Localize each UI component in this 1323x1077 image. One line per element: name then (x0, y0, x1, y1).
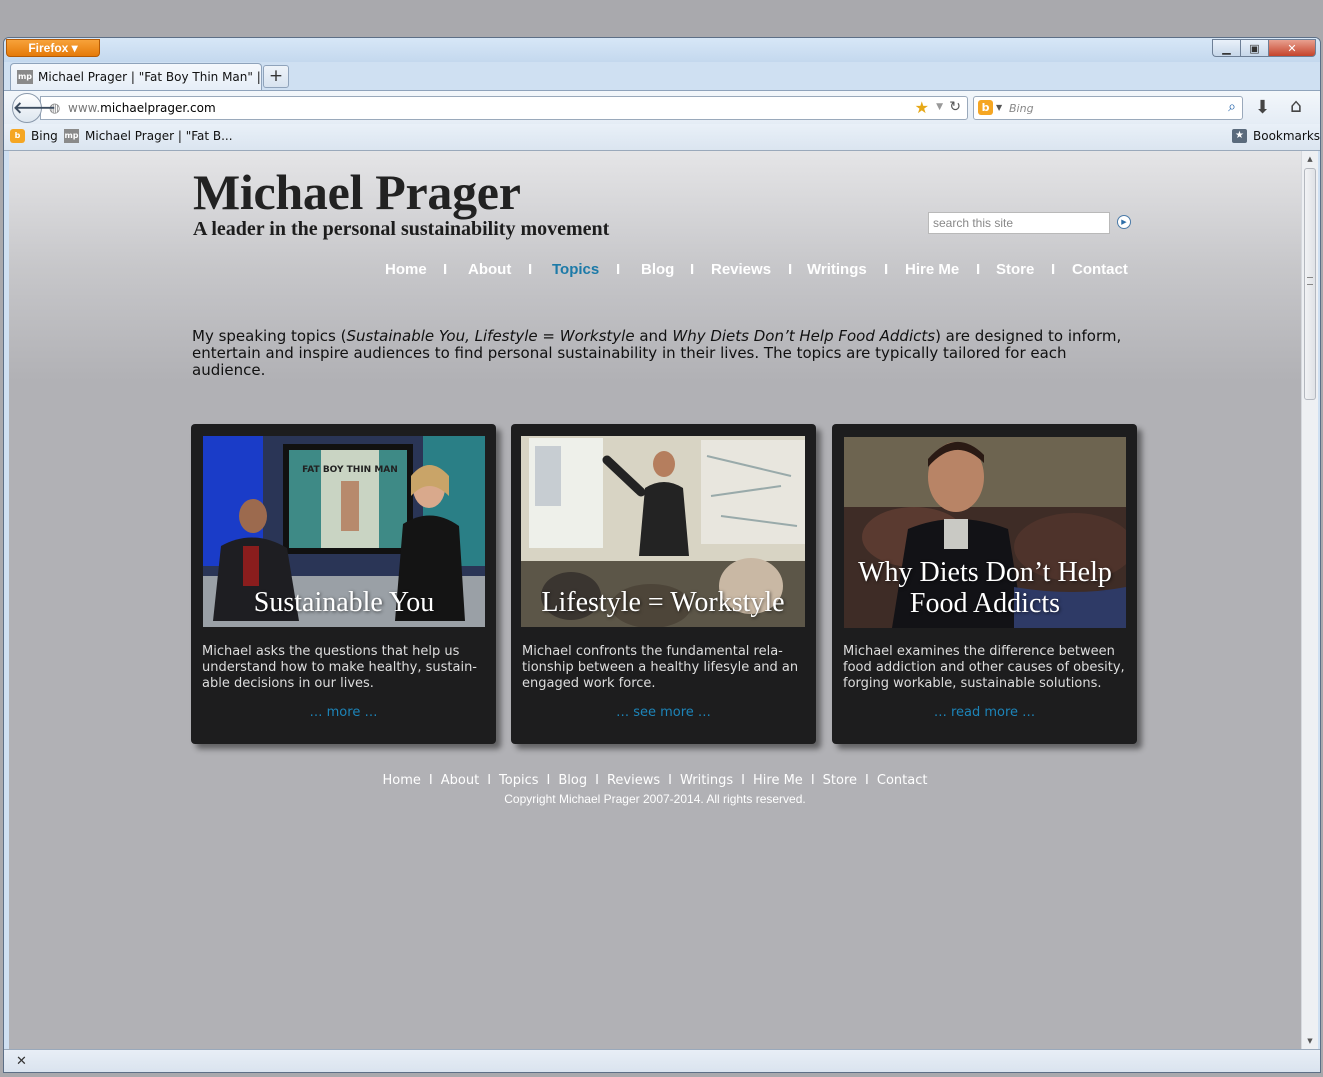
nav-store[interactable]: Store (996, 261, 1034, 278)
topic-description: Michael examines the difference between … (843, 644, 1125, 691)
topic-image-why-diets[interactable]: Why Diets Don’t Help Food Addicts (844, 437, 1126, 628)
search-go-icon[interactable]: ▶ (1117, 215, 1131, 229)
topic-image-title: Sustainable You (253, 587, 435, 618)
topic-description: Michael confronts the fundamental rela-t… (522, 644, 799, 691)
tab-active[interactable]: mp Michael Prager | "Fat Boy Thin Man" |… (10, 63, 262, 90)
tab-title: Michael Prager | "Fat Boy Thin Man" | Sp… (38, 70, 261, 84)
url-text: www.michaelprager.com (68, 101, 216, 115)
scroll-down-icon[interactable]: ▼ (1302, 1033, 1318, 1049)
nav-separator: I (884, 261, 889, 278)
title-bar: Firefox ▾ ▁ ▣ ✕ (4, 38, 1320, 62)
page-viewport: Michael Prager A leader in the personal … (9, 151, 1301, 1049)
nav-reviews[interactable]: Reviews (711, 261, 771, 278)
topic-card-lifestyle-workstyle: Lifestyle = Workstyle Michael confronts … (511, 424, 816, 744)
browser-window: Firefox ▾ ▁ ▣ ✕ mp Michael Prager | "Fat… (3, 37, 1321, 1073)
bing-icon[interactable]: b (978, 100, 993, 115)
star-icon[interactable]: ★ (915, 98, 929, 117)
close-button[interactable]: ✕ (1268, 39, 1316, 57)
search-icon[interactable]: ⌕ (1228, 99, 1236, 115)
site-favicon-icon: mp (17, 70, 33, 84)
maximize-button[interactable]: ▣ (1240, 39, 1268, 57)
new-tab-button[interactable]: + (263, 65, 289, 88)
topic-card-sustainable-you: FAT BOY THIN MAN Sustainable You Michael… (191, 424, 496, 744)
footer-contact[interactable]: Contact (877, 773, 928, 788)
topic-description: Michael asks the questions that help us … (202, 644, 477, 691)
nav-separator: I (443, 261, 448, 278)
topic-card-why-diets: Why Diets Don’t Help Food Addicts Michae… (832, 424, 1137, 744)
nav-separator: I (788, 261, 793, 278)
nav-topics[interactable]: Topics (552, 261, 599, 278)
search-input[interactable]: Bing (1009, 102, 1034, 115)
nav-separator: I (616, 261, 621, 278)
bookmark-bing[interactable]: b Bing (10, 129, 58, 143)
nav-separator: I (528, 261, 533, 278)
chevron-down-icon[interactable]: ▼ (996, 103, 1002, 112)
vertical-scrollbar[interactable]: ▲ ▼ (1301, 151, 1318, 1049)
chevron-down-icon[interactable]: ▼ (936, 102, 943, 112)
close-icon[interactable]: ✕ (16, 1054, 27, 1069)
nav-blog[interactable]: Blog (641, 261, 674, 278)
topic-image-title: Why Diets Don’t Help Food Addicts (858, 557, 1112, 619)
scroll-up-icon[interactable]: ▲ (1302, 151, 1318, 167)
footer-hire-me[interactable]: Hire Me (753, 773, 803, 788)
nav-writings[interactable]: Writings (807, 261, 867, 278)
topic-image-title: Lifestyle = Workstyle (541, 587, 785, 618)
site-title[interactable]: Michael Prager (193, 163, 521, 221)
bookmark-michael-prager[interactable]: mp Michael Prager | "Fat B... (64, 129, 233, 143)
bookmarks-toolbar: b Bing mp Michael Prager | "Fat B... ★ B… (4, 124, 1320, 151)
nav-contact[interactable]: Contact (1072, 261, 1128, 278)
copyright-text: Copyright Michael Prager 2007-2014. All … (504, 792, 806, 806)
book-cover-text: FAT BOY THIN MAN (302, 465, 398, 475)
footer-store[interactable]: Store (823, 773, 857, 788)
intro-text: My speaking topics (Sustainable You, Lif… (192, 327, 1122, 379)
main-nav: Home I About I Topics I Blog I Reviews I… (9, 261, 1301, 283)
bookmarks-menu-button[interactable]: ★ Bookmarks (1232, 129, 1320, 143)
topic-image-lifestyle-workstyle[interactable]: Lifestyle = Workstyle (521, 436, 805, 627)
download-icon[interactable]: ⬇ (1255, 97, 1270, 118)
nav-hire-me[interactable]: Hire Me (905, 261, 959, 278)
footer-home[interactable]: Home (383, 773, 421, 788)
nav-about[interactable]: About (468, 261, 511, 278)
tab-bar: mp Michael Prager | "Fat Boy Thin Man" |… (4, 62, 1320, 90)
minimize-button[interactable]: ▁ (1212, 39, 1240, 57)
nav-separator: I (976, 261, 981, 278)
see-more-link[interactable]: … see more … (511, 705, 816, 720)
firefox-menu-button[interactable]: Firefox ▾ (6, 39, 100, 57)
footer-reviews[interactable]: Reviews (607, 773, 660, 788)
reload-icon[interactable]: ↻ (949, 99, 961, 115)
footer-writings[interactable]: Writings (680, 773, 733, 788)
search-bar[interactable]: b ▼ Bing ⌕ (973, 96, 1243, 120)
back-arrow-icon[interactable]: 🡐 (12, 93, 56, 123)
nav-separator: I (690, 261, 695, 278)
more-link[interactable]: … more … (191, 705, 496, 720)
home-icon[interactable]: ⌂ (1290, 95, 1302, 117)
site-search-input[interactable]: search this site (928, 212, 1110, 234)
nav-separator: I (1051, 261, 1056, 278)
navigation-toolbar: ◍ www.michaelprager.com ★ ▼ ↻ 🡐 b ▼ Bing… (4, 90, 1320, 125)
read-more-link[interactable]: … read more … (832, 705, 1137, 720)
footer-nav: Home I About I Topics I Blog I Reviews I Writings I… (382, 773, 928, 788)
nav-home[interactable]: Home (385, 261, 427, 278)
footer-blog[interactable]: Blog (558, 773, 587, 788)
footer-topics[interactable]: Topics (499, 773, 538, 788)
status-bar: ✕ (4, 1049, 1320, 1072)
site-favicon-icon: mp (64, 129, 79, 143)
url-bar[interactable]: ◍ www.michaelprager.com ★ ▼ ↻ (40, 96, 968, 120)
scroll-thumb[interactable] (1304, 168, 1316, 400)
window-controls: ▁ ▣ ✕ (1212, 39, 1316, 57)
footer-about[interactable]: About (441, 773, 479, 788)
site-subtitle: A leader in the personal sustainability … (193, 218, 610, 240)
bookmarks-star-icon: ★ (1232, 129, 1247, 143)
topic-image-sustainable-you[interactable]: FAT BOY THIN MAN Sustainable You (203, 436, 485, 627)
bing-icon: b (10, 129, 25, 143)
